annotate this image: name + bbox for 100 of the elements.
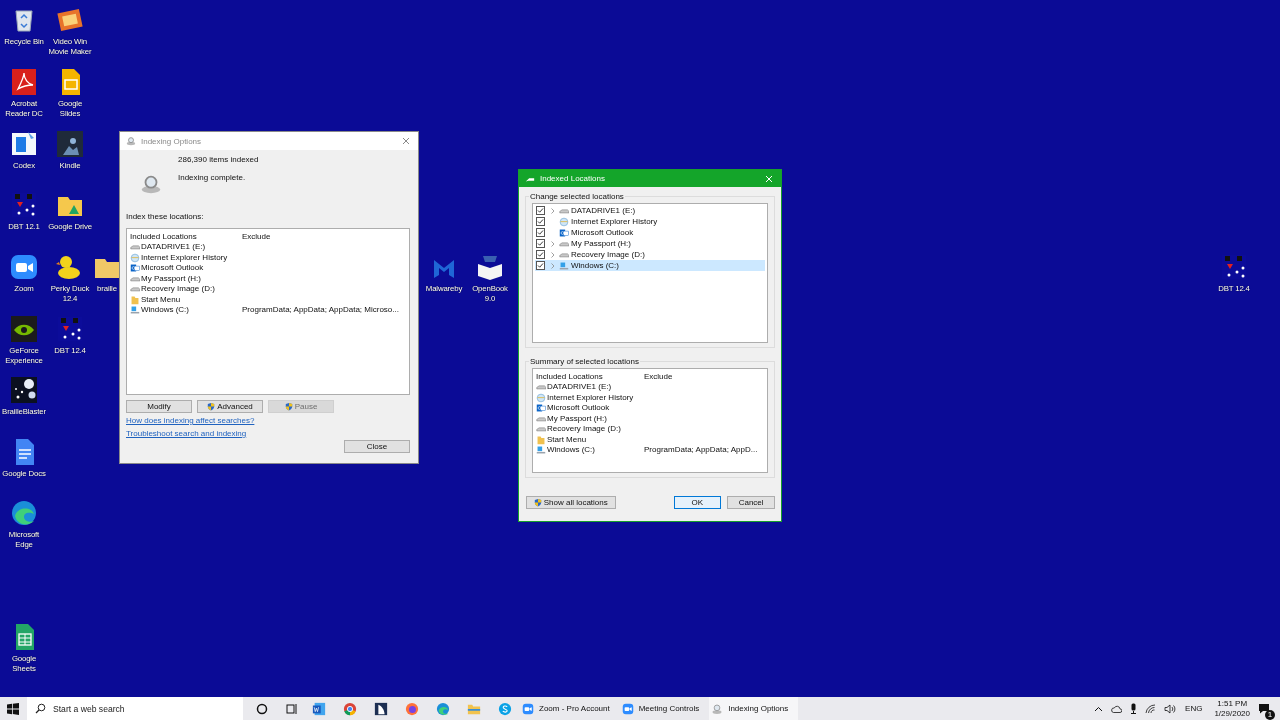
checkbox[interactable] bbox=[536, 217, 545, 226]
chrome-icon[interactable] bbox=[342, 701, 357, 716]
tree-row[interactable]: Internet Explorer History bbox=[535, 216, 765, 227]
word-icon[interactable] bbox=[311, 701, 326, 716]
shield-icon bbox=[284, 402, 293, 411]
drive-icon bbox=[559, 260, 569, 271]
dialog-button[interactable]: Advanced bbox=[197, 400, 263, 413]
exclude-text: ProgramData; AppData; AppData; Microso... bbox=[242, 305, 399, 315]
notification-badge: 1 bbox=[1265, 710, 1275, 720]
location-text: Microsoft Outlook bbox=[547, 403, 610, 414]
checkbox[interactable] bbox=[536, 250, 545, 259]
location-text: Internet Explorer History bbox=[571, 216, 658, 227]
tree-row[interactable]: Windows (C:) bbox=[535, 260, 765, 271]
globe-icon bbox=[130, 252, 140, 263]
location-text: DATADRIVE1 (E:) bbox=[571, 205, 636, 216]
expand-chevron-icon[interactable] bbox=[549, 240, 557, 247]
checkbox[interactable] bbox=[536, 228, 545, 237]
search-icon bbox=[35, 703, 46, 714]
drive-icon bbox=[536, 424, 546, 435]
column-header[interactable]: Exclude bbox=[644, 371, 764, 381]
items-count: 286,390 items indexed bbox=[178, 155, 259, 165]
window-title: Indexing Options bbox=[141, 136, 202, 146]
location-text: Start Menu bbox=[547, 434, 587, 445]
dialog-button[interactable]: Show all locations bbox=[526, 496, 616, 509]
clock-date[interactable]: 1/29/2020 bbox=[1214, 708, 1250, 719]
close-button[interactable]: Close bbox=[344, 440, 410, 453]
globe-icon bbox=[559, 216, 569, 227]
group-label: Change selected locations bbox=[529, 192, 625, 202]
location-text: My Passport (H:) bbox=[547, 413, 607, 424]
shield-icon bbox=[533, 498, 542, 507]
clock-time[interactable]: 1:51 PM bbox=[1217, 698, 1248, 709]
taskbar-button[interactable]: Indexing Options bbox=[709, 697, 799, 720]
location-text: Internet Explorer History bbox=[547, 392, 634, 403]
chevron-up-icon[interactable] bbox=[1094, 705, 1104, 712]
mail-icon bbox=[130, 263, 140, 274]
help-link[interactable]: How does indexing affect searches? bbox=[126, 416, 255, 426]
expand-chevron-icon[interactable] bbox=[549, 207, 557, 214]
window-title: Indexed Locations bbox=[540, 174, 605, 183]
checkbox[interactable] bbox=[536, 206, 545, 215]
folder-icon bbox=[130, 294, 140, 305]
video-camera-icon[interactable] bbox=[9, 252, 39, 282]
eye-icon[interactable] bbox=[9, 314, 39, 344]
pdf-icon[interactable] bbox=[9, 67, 39, 97]
section-label: Index these locations: bbox=[126, 212, 205, 222]
checkbox[interactable] bbox=[536, 239, 545, 248]
location-text: Start Menu bbox=[141, 294, 181, 305]
location-text: My Passport (H:) bbox=[141, 273, 201, 284]
location-text: Windows (C:) bbox=[141, 305, 189, 316]
location-text: DATADRIVE1 (E:) bbox=[141, 242, 206, 253]
checkbox[interactable] bbox=[536, 261, 545, 270]
tree-row[interactable]: Microsoft Outlook bbox=[535, 227, 765, 238]
drive-icon bbox=[130, 305, 140, 316]
firefox-icon[interactable] bbox=[404, 701, 419, 716]
help-link[interactable]: Troubleshoot search and indexing bbox=[126, 429, 247, 439]
location-text: My Passport (H:) bbox=[571, 238, 631, 249]
taskbar-button[interactable]: Zoom - Pro Account bbox=[520, 697, 620, 720]
language-indicator[interactable]: ENG bbox=[1185, 704, 1203, 713]
speaker-icon[interactable] bbox=[1164, 703, 1177, 714]
dialog-button[interactable]: Modify bbox=[126, 400, 192, 413]
location-text: Microsoft Outlook bbox=[141, 263, 204, 274]
close-icon[interactable] bbox=[402, 137, 410, 145]
status-text: Indexing complete. bbox=[178, 173, 247, 183]
column-header[interactable]: Exclude bbox=[242, 231, 406, 241]
expand-chevron-icon[interactable] bbox=[549, 251, 557, 258]
column-header[interactable]: Included Locations bbox=[536, 371, 644, 381]
taskbar-button[interactable]: Meeting Controls bbox=[619, 697, 710, 720]
dialog-button[interactable]: OK bbox=[673, 496, 722, 509]
cloud-icon[interactable] bbox=[1111, 704, 1123, 713]
swirl-icon[interactable] bbox=[9, 498, 39, 528]
swirl-icon[interactable] bbox=[435, 701, 450, 716]
location-text: Recovery Image (D:) bbox=[141, 284, 215, 295]
group-label: Summary of selected locations bbox=[529, 357, 640, 367]
dialog-button[interactable]: Cancel bbox=[727, 496, 775, 509]
video-camera-icon bbox=[621, 702, 634, 715]
folder-icon bbox=[536, 434, 546, 445]
drive-icon bbox=[536, 445, 546, 456]
location-text: Recovery Image (D:) bbox=[547, 424, 621, 435]
circle-icon[interactable] bbox=[256, 702, 268, 715]
mail-icon bbox=[559, 227, 569, 238]
tree-row[interactable]: Recovery Image (D:) bbox=[535, 249, 765, 260]
location-text: Windows (C:) bbox=[571, 260, 619, 271]
reader-icon[interactable] bbox=[55, 129, 85, 159]
location-text: DATADRIVE1 (E:) bbox=[547, 382, 612, 393]
tree-row[interactable]: My Passport (H:) bbox=[535, 238, 765, 249]
sail-icon[interactable] bbox=[373, 701, 388, 716]
notification-icon[interactable] bbox=[1258, 703, 1270, 714]
dots-icon[interactable] bbox=[9, 375, 39, 405]
task-view-icon[interactable] bbox=[286, 702, 298, 715]
column-header[interactable]: Included Locations bbox=[130, 231, 242, 241]
wifi-icon[interactable] bbox=[1145, 703, 1157, 714]
drive-icon bbox=[130, 242, 140, 253]
mail-icon bbox=[536, 403, 546, 414]
video-camera-icon bbox=[522, 702, 534, 715]
start-icon[interactable] bbox=[7, 702, 19, 715]
tree-row[interactable]: DATADRIVE1 (E:) bbox=[535, 205, 765, 216]
drive-icon bbox=[536, 382, 546, 393]
exclude-text: ProgramData; AppData; AppD... bbox=[644, 445, 758, 455]
microphone-icon[interactable] bbox=[1130, 703, 1138, 714]
search-field[interactable]: Start a web search bbox=[27, 697, 243, 720]
location-text: Internet Explorer History bbox=[141, 252, 228, 263]
